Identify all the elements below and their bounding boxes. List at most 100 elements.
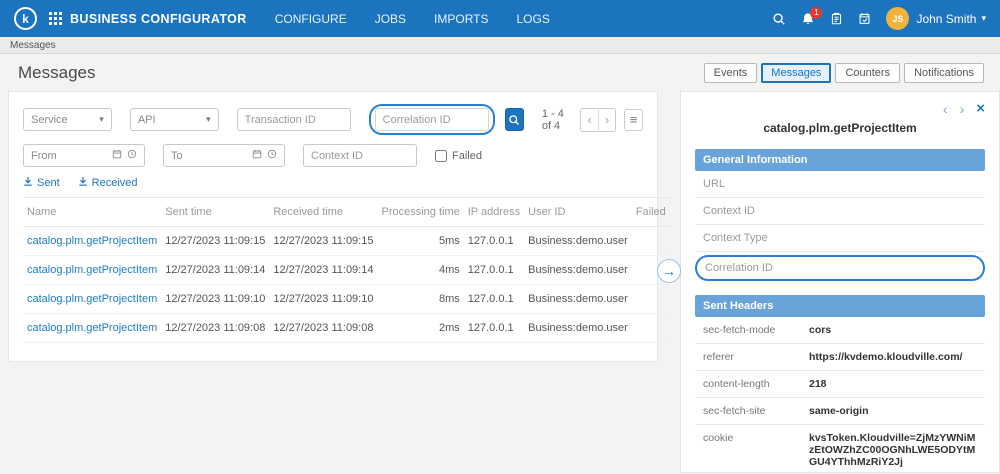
cell-user-id: Business:demo.user xyxy=(524,255,632,285)
detail-field-correlation-id-highlighted[interactable]: Correlation ID xyxy=(695,255,985,281)
general-information-header: General Information xyxy=(695,149,985,171)
from-date-field[interactable]: From xyxy=(23,144,145,167)
received-link[interactable]: Received xyxy=(78,176,138,189)
user-avatar[interactable]: JS xyxy=(886,7,910,30)
sent-link[interactable]: Sent xyxy=(23,176,60,189)
clock-icon[interactable] xyxy=(267,149,277,162)
detail-field-url[interactable]: URL xyxy=(695,171,985,198)
to-date-field[interactable]: To xyxy=(163,144,285,167)
view-tabs: Events Messages Counters Notifications xyxy=(703,63,984,83)
calendar-icon[interactable] xyxy=(112,149,122,162)
content: Service ▾ API ▾ 1 - 4 of 4 ‹ › ≡ xyxy=(0,91,1000,473)
main-menu: CONFIGURE JOBS IMPORTS LOGS xyxy=(247,12,550,26)
header-value: kvsToken.Kloudville=ZjMzYWNiMzEtOWZhZC00… xyxy=(809,432,976,468)
message-link[interactable]: catalog.plm.getProjectItem xyxy=(27,322,157,334)
cell-name: catalog.plm.getProjectItem xyxy=(23,313,162,343)
expand-panel-button[interactable]: → xyxy=(657,259,681,283)
service-select[interactable]: Service ▾ xyxy=(23,108,112,131)
cell-processing-time: 2ms xyxy=(377,313,464,343)
failed-checkbox-label: Failed xyxy=(452,149,482,162)
close-icon[interactable]: × xyxy=(976,100,985,117)
message-link[interactable]: catalog.plm.getProjectItem xyxy=(27,235,157,247)
col-processing-time: Processing time xyxy=(377,197,464,227)
logo-letter: k xyxy=(22,11,29,26)
page-title: Messages xyxy=(18,63,96,82)
clock-icon[interactable] xyxy=(127,149,137,162)
list-options-button[interactable]: ≡ xyxy=(624,108,643,131)
table-row[interactable]: catalog.plm.getProjectItem 12/27/2023 11… xyxy=(23,284,670,314)
context-id-input[interactable] xyxy=(303,144,417,167)
failed-checkbox[interactable] xyxy=(435,149,447,162)
table-row[interactable]: catalog.plm.getProjectItem 12/27/2023 11… xyxy=(23,226,670,256)
from-date-label: From xyxy=(31,149,57,162)
message-detail-panel: ‹ › × catalog.plm.getProjectItem General… xyxy=(680,91,1000,473)
next-page-button[interactable]: › xyxy=(598,108,616,131)
calendar-check-icon[interactable] xyxy=(858,12,871,25)
transaction-id-input[interactable] xyxy=(236,108,351,131)
table-row[interactable]: catalog.plm.getProjectItem 12/27/2023 11… xyxy=(23,313,670,343)
cell-received-time: 12/27/2023 11:09:15 xyxy=(269,226,378,256)
pagination-buttons: ‹ › xyxy=(580,107,617,132)
tab-events[interactable]: Events xyxy=(703,63,758,83)
sent-headers-header: Sent Headers xyxy=(695,295,985,317)
col-sent-time: Sent time xyxy=(161,197,270,227)
header-value: https://kvdemo.kloudville.com/ xyxy=(809,351,963,363)
menu-logs[interactable]: LOGS xyxy=(517,12,550,26)
detail-title: catalog.plm.getProjectItem xyxy=(763,121,917,135)
cell-received-time: 12/27/2023 11:09:08 xyxy=(269,313,378,343)
chevron-down-icon: ▾ xyxy=(99,114,104,124)
cell-sent-time: 12/27/2023 11:09:10 xyxy=(161,284,270,314)
header-key: sec-fetch-mode xyxy=(703,324,776,336)
brand-title: BUSINESS CONFIGURATOR xyxy=(70,11,247,26)
detail-prev-icon[interactable]: ‹ xyxy=(943,101,948,117)
app-logo[interactable]: k xyxy=(14,7,37,30)
correlation-id-highlight-ring xyxy=(368,104,495,135)
user-name[interactable]: John Smith xyxy=(916,12,976,26)
calendar-icon[interactable] xyxy=(252,149,262,162)
table-row[interactable]: catalog.plm.getProjectItem 12/27/2023 11… xyxy=(23,255,670,285)
header-row: referer https://kvdemo.kloudville.com/ xyxy=(695,344,985,371)
to-date-label: To xyxy=(171,149,183,162)
avatar-initials: JS xyxy=(892,13,904,24)
topbar: k BUSINESS CONFIGURATOR CONFIGURE JOBS I… xyxy=(0,0,1000,37)
failed-filter: Failed xyxy=(435,149,482,162)
search-icon[interactable] xyxy=(772,12,786,26)
cell-name: catalog.plm.getProjectItem xyxy=(23,255,162,285)
detail-field-context-id[interactable]: Context ID xyxy=(695,198,985,225)
cell-processing-time: 5ms xyxy=(377,226,464,256)
search-button[interactable] xyxy=(504,108,524,131)
detail-next-icon[interactable]: › xyxy=(960,101,965,117)
user-menu-chevron-icon[interactable]: ▾ xyxy=(981,13,986,24)
download-icon xyxy=(23,176,33,189)
cell-processing-time: 4ms xyxy=(377,255,464,285)
messages-list-panel: Service ▾ API ▾ 1 - 4 of 4 ‹ › ≡ xyxy=(8,91,670,362)
col-name: Name xyxy=(23,197,162,227)
api-select[interactable]: API ▾ xyxy=(129,108,219,131)
filter-row-2: From To Failed xyxy=(23,144,643,167)
tasks-clipboard-icon[interactable] xyxy=(830,12,843,25)
prev-page-button[interactable]: ‹ xyxy=(581,108,599,131)
menu-jobs[interactable]: JOBS xyxy=(375,12,406,26)
tab-counters[interactable]: Counters xyxy=(835,63,901,83)
download-icon xyxy=(78,176,88,189)
cell-ip-address: 127.0.0.1 xyxy=(463,255,525,285)
cell-user-id: Business:demo.user xyxy=(524,313,632,343)
header-value: cors xyxy=(809,324,832,336)
page-head: Messages Events Messages Counters Notifi… xyxy=(0,54,1000,91)
cell-processing-time: 8ms xyxy=(377,284,464,314)
correlation-id-input[interactable] xyxy=(374,108,489,131)
breadcrumb[interactable]: Messages xyxy=(10,40,56,51)
tab-messages[interactable]: Messages xyxy=(761,63,832,83)
message-link[interactable]: catalog.plm.getProjectItem xyxy=(27,293,157,305)
message-direction-links: Sent Received xyxy=(23,176,643,189)
tab-notifications[interactable]: Notifications xyxy=(904,63,984,83)
panel-divider: → xyxy=(657,91,681,473)
detail-field-context-type[interactable]: Context Type xyxy=(695,225,985,252)
menu-imports[interactable]: IMPORTS xyxy=(434,12,488,26)
apps-grid-icon[interactable] xyxy=(49,12,62,25)
pagination: 1 - 4 of 4 ‹ › ≡ xyxy=(542,107,643,132)
cell-received-time: 12/27/2023 11:09:14 xyxy=(269,255,378,285)
menu-configure[interactable]: CONFIGURE xyxy=(275,12,347,26)
message-link[interactable]: catalog.plm.getProjectItem xyxy=(27,264,157,276)
notifications-bell-icon[interactable]: 1 xyxy=(801,6,823,26)
